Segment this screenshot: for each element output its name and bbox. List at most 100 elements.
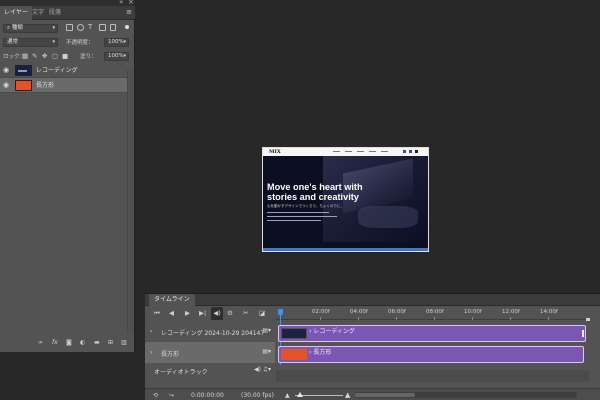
adjustment-filter-icon[interactable] bbox=[77, 24, 84, 31]
doc-headline: Move one's heart with stories and creati… bbox=[267, 182, 427, 202]
settings-gear-icon[interactable]: ⚙ bbox=[227, 307, 233, 320]
ruler-tick-label: 06:00f bbox=[388, 309, 406, 315]
zoom-in-icon[interactable]: ▲ bbox=[345, 389, 350, 400]
scrollbar-thumb[interactable] bbox=[355, 393, 415, 397]
work-area-end-marker[interactable] bbox=[586, 318, 590, 321]
opacity-label: 不透明度： bbox=[66, 40, 94, 46]
chevron-right-icon[interactable]: › bbox=[150, 349, 152, 356]
go-to-first-frame-icon[interactable]: ⏮ bbox=[154, 307, 160, 320]
convert-frame-icon[interactable]: ⟲ bbox=[153, 389, 158, 400]
clip-rectangle[interactable]: › 長方形 bbox=[278, 346, 584, 363]
next-frame-icon[interactable]: ▶| bbox=[199, 307, 206, 320]
track-menu-icon[interactable]: ▤▾ bbox=[262, 327, 271, 334]
visibility-eye-icon[interactable]: ◉ bbox=[3, 67, 9, 74]
lock-row: ロック： ▦ ✎ ✥ ▢ ■ 塗り： 100% ▾ bbox=[0, 52, 135, 62]
chevron-down-icon: ▾ bbox=[123, 53, 126, 59]
chevron-down-icon: ▾ bbox=[123, 39, 126, 45]
doc-body-line bbox=[267, 216, 337, 217]
track-menu-icon[interactable]: ▤▾ bbox=[262, 348, 271, 355]
blend-mode-dropdown[interactable]: 通常 ▾ bbox=[3, 38, 58, 47]
layers-bottom-toolbar: ∞ fx ◙ ◐ ▬ ⊞ ▥ bbox=[38, 338, 130, 347]
clip-thumbnail bbox=[281, 328, 307, 339]
pixel-filter-icon[interactable] bbox=[66, 24, 73, 31]
clip-trim-handle[interactable] bbox=[582, 330, 584, 337]
track-name: 長方形 bbox=[161, 351, 180, 358]
layer-row-recording[interactable]: ◉ レコーディング bbox=[0, 63, 127, 78]
layer-row-rectangle[interactable]: ◉ 長方形 bbox=[0, 78, 127, 93]
doc-social-icon bbox=[415, 150, 418, 153]
blend-row: 通常 ▾ 不透明度： 100% ▾ bbox=[0, 38, 135, 48]
ruler-tick-mark bbox=[320, 317, 321, 320]
shape-filter-icon[interactable] bbox=[99, 24, 106, 31]
playback-controls: ⏮ ◀ ▶ ▶| ◀) ⚙ ✂ ◪ bbox=[145, 307, 275, 320]
doc-body-line bbox=[267, 220, 321, 221]
play-icon[interactable]: ▶ bbox=[185, 307, 190, 320]
previous-frame-icon[interactable]: ◀ bbox=[169, 307, 174, 320]
music-note-icon[interactable]: ♫▾ bbox=[263, 366, 271, 373]
doc-nav-link bbox=[333, 151, 340, 152]
audio-track-lane[interactable] bbox=[276, 370, 590, 382]
timeline-hscrollbar[interactable] bbox=[355, 392, 577, 398]
audio-mute-icon[interactable]: ◀) bbox=[254, 366, 261, 373]
new-layer-icon[interactable]: ⊞ bbox=[108, 338, 113, 347]
split-scissors-icon[interactable]: ✂ bbox=[243, 307, 248, 320]
audio-toggle-icon[interactable]: ◀) bbox=[211, 307, 223, 320]
lock-all-icon[interactable]: ■ bbox=[62, 52, 68, 60]
filter-kind-dropdown[interactable]: ⌕ 種類 ▾ bbox=[3, 24, 58, 33]
panel-tabs: レイヤー 文字 段落 ≡ bbox=[0, 6, 135, 20]
lock-move-icon[interactable]: ✥ bbox=[42, 52, 47, 60]
panel-menu-icon[interactable]: ≡ bbox=[126, 8, 132, 16]
timeline-ruler[interactable]: 02:00f 04:00f 06:00f 08:00f 10:00f 12:00… bbox=[276, 307, 590, 320]
layer-thumbnail bbox=[15, 65, 32, 76]
layers-scrollbar[interactable] bbox=[127, 70, 134, 334]
doc-nav-link bbox=[357, 151, 364, 152]
ruler-tick-mark bbox=[434, 317, 435, 320]
frame-rate: (30.00 fps) bbox=[241, 392, 274, 399]
filter-toggle-icon[interactable] bbox=[125, 25, 129, 29]
visibility-eye-icon[interactable]: ◉ bbox=[3, 82, 9, 89]
type-filter-icon[interactable]: T bbox=[88, 24, 95, 31]
fx-icon[interactable]: fx bbox=[52, 338, 58, 347]
link-icon[interactable]: ∞ bbox=[38, 338, 43, 347]
opacity-field[interactable]: 100% ▾ bbox=[104, 38, 129, 47]
doc-logo: MIX bbox=[269, 149, 281, 155]
adjustment-icon[interactable]: ◐ bbox=[80, 338, 85, 347]
clip-label: › 長方形 bbox=[309, 349, 332, 356]
track-header-rectangle[interactable]: › 長方形 ▤▾ bbox=[145, 342, 275, 363]
zoom-slider-knob[interactable] bbox=[297, 392, 303, 397]
ruler-tick-mark bbox=[472, 317, 473, 320]
ruler-tick-label: 02:00f bbox=[312, 309, 330, 315]
doc-social-icon bbox=[409, 150, 412, 153]
track-header-recording[interactable]: › レコーディング 2024-10-29 204147 ▤▾ bbox=[145, 321, 275, 342]
lock-artboard-icon[interactable]: ▢ bbox=[52, 52, 58, 60]
tab-paragraph[interactable]: 段落 bbox=[45, 6, 65, 20]
render-video-icon[interactable]: ↪ bbox=[169, 389, 174, 400]
doc-nav-link bbox=[345, 151, 352, 152]
zoom-out-icon[interactable]: ▲ bbox=[285, 389, 290, 400]
canvas-document[interactable]: MIX Move one's heart with stories and cr… bbox=[262, 147, 429, 252]
tab-timeline[interactable]: タイムライン bbox=[149, 294, 195, 306]
chevron-right-icon[interactable]: › bbox=[150, 328, 152, 335]
layer-name: レコーディング bbox=[36, 67, 78, 74]
clip-thumbnail bbox=[281, 349, 307, 360]
mask-icon[interactable]: ◙ bbox=[66, 338, 72, 347]
doc-headline-line1: Move one's heart with bbox=[267, 182, 363, 192]
fill-field[interactable]: 100% ▾ bbox=[104, 52, 129, 61]
folder-icon[interactable]: ▬ bbox=[94, 338, 100, 347]
track-header-audio[interactable]: オーディオトラック ◀) ♫▾ bbox=[145, 363, 275, 379]
lock-brush-icon[interactable]: ✎ bbox=[32, 52, 37, 60]
doc-social-icon bbox=[403, 150, 406, 153]
doc-body-line bbox=[267, 212, 329, 213]
doc-subline: 心を動かすデザインでつくろう、ちょくのりに。 bbox=[267, 204, 344, 208]
lock-transparent-icon[interactable]: ▦ bbox=[22, 52, 28, 60]
opacity-value: 100% bbox=[108, 39, 124, 45]
ruler-tick-label: 14:00f bbox=[540, 309, 558, 315]
clip-recording[interactable]: › レコーディング bbox=[278, 325, 586, 342]
smart-object-filter-icon[interactable] bbox=[110, 24, 116, 31]
clip-label: › レコーディング bbox=[309, 328, 355, 335]
trash-icon[interactable]: ▥ bbox=[121, 338, 127, 347]
layers-panel: « × レイヤー 文字 段落 ≡ ⌕ 種類 ▾ T 通常 ▾ 不透明度： 100… bbox=[0, 0, 135, 352]
fill-value: 100% bbox=[108, 53, 124, 59]
doc-site-nav: MIX bbox=[263, 148, 428, 156]
transition-icon[interactable]: ◪ bbox=[259, 307, 265, 320]
